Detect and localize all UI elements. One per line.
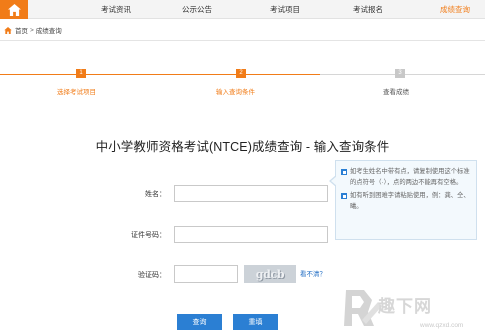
home-button[interactable] bbox=[0, 0, 28, 19]
top-nav: 考试资讯 公示公告 考试项目 考试报名 成绩查询 bbox=[0, 0, 485, 19]
step-2-number: 2 bbox=[236, 69, 246, 78]
bullet-icon bbox=[341, 169, 347, 175]
home-icon bbox=[4, 26, 12, 34]
id-number-input[interactable] bbox=[174, 226, 328, 243]
home-icon bbox=[7, 3, 21, 16]
bullet-icon bbox=[341, 193, 347, 199]
tip-text-rare-chars: 如有听到困难字请粘贴使用，例：龚、仝、曦。 bbox=[350, 192, 470, 210]
step-1-label: 选择考试项目 bbox=[57, 89, 96, 96]
input-tips-box: 如考生姓名中带有点，请复制使用这个标准的点符号（·），点的两边不能再有空格。 如… bbox=[329, 160, 477, 240]
step-line-done bbox=[0, 74, 320, 75]
id-number-label: 证件号码： bbox=[131, 232, 166, 239]
step-3-number: 3 bbox=[395, 69, 405, 78]
step-2-label: 输入查询条件 bbox=[216, 89, 255, 96]
nav-item-exam-projects[interactable]: 考试项目 bbox=[255, 0, 315, 19]
captcha-image[interactable]: gdcb bbox=[244, 265, 296, 283]
name-label: 姓名： bbox=[145, 191, 166, 198]
query-button[interactable]: 查询 bbox=[177, 314, 222, 330]
breadcrumb-home-link[interactable]: 首页 bbox=[15, 25, 28, 35]
header-divider bbox=[0, 40, 485, 41]
captcha-label: 验证码： bbox=[138, 272, 166, 279]
watermark-url: www.qzxd.com bbox=[420, 322, 464, 329]
step-3-label: 查看成绩 bbox=[383, 89, 409, 96]
breadcrumb-separator: > bbox=[30, 26, 34, 34]
tip-text-dot-name: 如考生姓名中带有点，请复制使用这个标准的点符号（·），点的两边不能再有空格。 bbox=[350, 168, 470, 186]
captcha-refresh-link[interactable]: 看不清？ bbox=[300, 268, 326, 278]
nav-item-registration[interactable]: 考试报名 bbox=[338, 0, 398, 19]
breadcrumb-current: 成绩查询 bbox=[35, 28, 62, 35]
nav-item-exam-news[interactable]: 考试资讯 bbox=[86, 0, 146, 19]
breadcrumb: 首页 > 成绩查询 bbox=[4, 24, 62, 36]
page-title: 中小学教师资格考试(NTCE)成绩查询 - 输入查询条件 bbox=[95, 140, 390, 154]
nav-item-announcements[interactable]: 公示公告 bbox=[167, 0, 227, 19]
reset-button[interactable]: 重填 bbox=[233, 314, 278, 330]
nav-item-score-query[interactable]: 成绩查询 bbox=[425, 0, 485, 19]
tip-item: 如考生姓名中带有点，请复制使用这个标准的点符号（·），点的两边不能再有空格。 bbox=[341, 167, 471, 188]
captcha-input[interactable] bbox=[174, 265, 238, 283]
tip-item: 如有听到困难字请粘贴使用，例：龚、仝、曦。 bbox=[341, 191, 471, 212]
name-input[interactable] bbox=[174, 185, 328, 202]
watermark-text: 趣下网 bbox=[378, 297, 432, 317]
step-1-number: 1 bbox=[76, 69, 86, 78]
